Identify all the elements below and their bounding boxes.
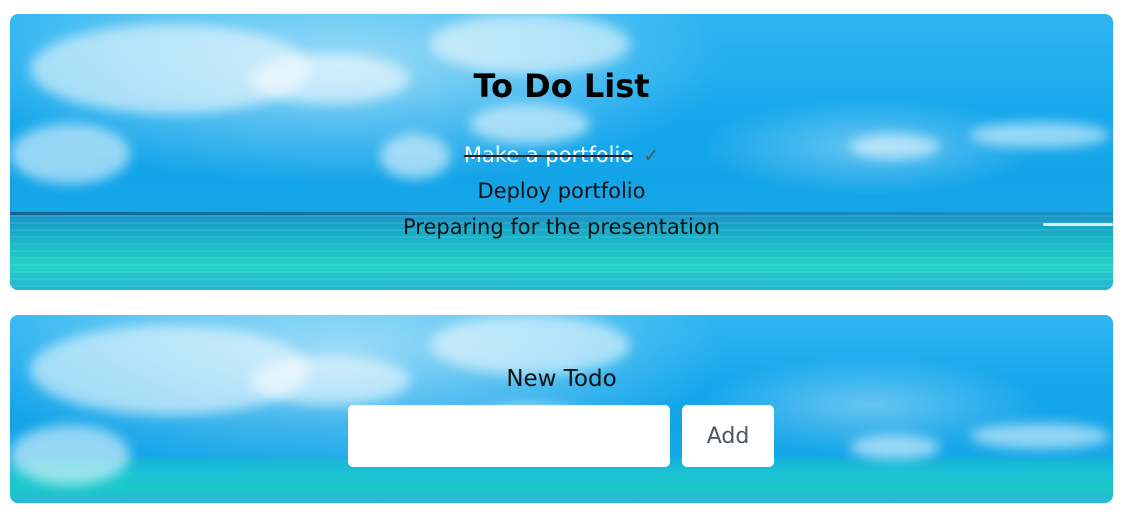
todo-list: Make a portfolio ✓ Deploy portfolio Prepa… bbox=[10, 137, 1113, 245]
todo-item-presentation[interactable]: Preparing for the presentation bbox=[10, 209, 1113, 245]
todo-list-content: To Do List Make a portfolio ✓ Deploy port… bbox=[10, 14, 1113, 290]
add-button[interactable]: Add bbox=[682, 405, 774, 467]
new-todo-form: New Todo Add bbox=[10, 315, 1113, 503]
new-todo-label: New Todo bbox=[506, 366, 617, 392]
todo-item-text: Make a portfolio bbox=[463, 143, 634, 167]
todo-item-make-portfolio[interactable]: Make a portfolio ✓ bbox=[10, 137, 1113, 173]
todo-item-text: Preparing for the presentation bbox=[403, 215, 720, 239]
new-todo-panel: New Todo Add bbox=[10, 315, 1113, 503]
todo-item-text: Deploy portfolio bbox=[477, 179, 646, 203]
new-todo-input[interactable] bbox=[348, 405, 670, 467]
todo-list-panel: To Do List Make a portfolio ✓ Deploy port… bbox=[10, 14, 1113, 290]
todo-item-deploy-portfolio[interactable]: Deploy portfolio bbox=[10, 173, 1113, 209]
page-title: To Do List bbox=[473, 67, 650, 105]
checkmark-icon[interactable]: ✓ bbox=[643, 138, 659, 174]
